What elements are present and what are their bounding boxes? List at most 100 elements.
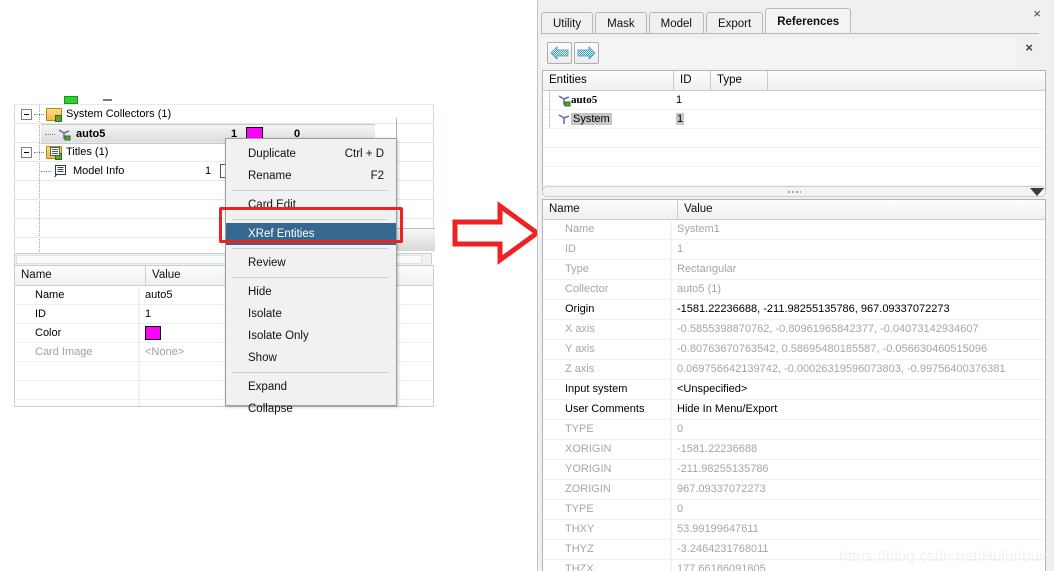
entity-id: 1 bbox=[676, 113, 685, 125]
tree-item-label: auto5 bbox=[76, 128, 106, 140]
close-icon[interactable]: × bbox=[1033, 7, 1041, 20]
menu-item-collapse[interactable]: Collapse bbox=[226, 398, 396, 420]
tree-item-label: Model Info bbox=[73, 165, 125, 177]
property-name: TYPE bbox=[543, 500, 671, 519]
table-row[interactable]: XORIGIN -1581.22236688 bbox=[543, 440, 1045, 460]
entity-name: auto5 bbox=[571, 94, 598, 106]
menu-item-show[interactable]: Show bbox=[226, 347, 396, 369]
menu-item-label: Review bbox=[248, 257, 286, 269]
tab-mask[interactable]: Mask bbox=[595, 12, 647, 34]
forward-arrow-icon[interactable] bbox=[574, 42, 599, 64]
menu-item-review[interactable]: Review bbox=[226, 252, 396, 274]
menu-item-xref-entities[interactable]: XRef Entities bbox=[226, 223, 396, 245]
property-value[interactable]: -1581.22236688, -211.98255135786, 967.09… bbox=[671, 300, 1045, 319]
property-name: ZORIGIN bbox=[543, 480, 671, 499]
expander-icon[interactable] bbox=[21, 108, 32, 120]
tree-connector bbox=[34, 147, 46, 157]
column-header-type: Type bbox=[711, 71, 768, 90]
context-menu[interactable]: Duplicate Ctrl + D Rename F2 Card Edit X… bbox=[225, 138, 397, 415]
coordinate-system-icon bbox=[557, 113, 572, 126]
menu-item-label: Card Edit bbox=[248, 199, 296, 211]
menu-item-duplicate[interactable]: Duplicate Ctrl + D bbox=[226, 143, 396, 165]
property-value: Rectangular bbox=[677, 263, 737, 275]
table-row[interactable]: Origin -1581.22236688, -211.98255135786, … bbox=[543, 300, 1045, 320]
expander-icon[interactable] bbox=[21, 146, 32, 158]
tab-references[interactable]: References bbox=[765, 8, 852, 34]
tab-underline bbox=[541, 33, 1039, 34]
tab-export[interactable]: Export bbox=[705, 12, 764, 34]
tree-connector bbox=[34, 109, 46, 119]
menu-item-label: Expand bbox=[248, 381, 288, 393]
table-row[interactable]: X axis -0.5855398870762, -0.8096196584237… bbox=[543, 320, 1045, 340]
table-row[interactable]: Name System1 bbox=[543, 220, 1045, 240]
table-row[interactable]: Z axis 0.069756642139742, -0.000263195960… bbox=[543, 360, 1045, 380]
property-name: THXY bbox=[543, 520, 671, 539]
panel-divider bbox=[397, 228, 435, 251]
column-header-name: Name bbox=[15, 266, 146, 285]
column-header-name: Name bbox=[543, 200, 678, 219]
entity-name[interactable]: System bbox=[571, 113, 612, 125]
property-name: Origin bbox=[543, 300, 671, 319]
color-swatch[interactable] bbox=[145, 326, 161, 340]
table-row[interactable]: auto5 1 bbox=[543, 91, 1045, 110]
table-row[interactable]: Collector auto5 (1) bbox=[543, 280, 1045, 300]
property-name: Color bbox=[15, 324, 139, 342]
panel-splitter[interactable] bbox=[542, 186, 1046, 197]
annotation-arrow-icon bbox=[452, 200, 542, 266]
column-header-value: Value bbox=[684, 203, 713, 215]
tree-item-system-collectors[interactable]: System Collectors (1) bbox=[15, 105, 433, 123]
table-row[interactable]: User Comments Hide In Menu/Export bbox=[543, 400, 1045, 420]
property-name: Card Image bbox=[15, 343, 139, 361]
column-header-value: Value bbox=[152, 269, 181, 281]
property-value: -211.98255135786 bbox=[677, 463, 769, 475]
property-value: -1581.22236688 bbox=[677, 443, 758, 455]
property-value[interactable]: Hide In Menu/Export bbox=[671, 400, 1045, 419]
menu-item-isolate[interactable]: Isolate bbox=[226, 303, 396, 325]
column-header-blank bbox=[768, 71, 1045, 90]
table-row[interactable]: ID 1 bbox=[543, 240, 1045, 260]
property-value: 0.069756642139742, -0.00026319596073803,… bbox=[677, 363, 1006, 375]
property-value: System1 bbox=[677, 223, 720, 235]
menu-item-label: Hide bbox=[248, 286, 272, 298]
table-row-empty bbox=[543, 129, 1045, 148]
close-panel-icon[interactable]: × bbox=[1025, 41, 1033, 54]
table-row[interactable]: THXY 53.99199647611 bbox=[543, 520, 1045, 540]
tab-model[interactable]: Model bbox=[648, 12, 704, 34]
references-panel: × Utility Mask Model Export References ×… bbox=[537, 0, 1054, 571]
menu-item-card-edit[interactable]: Card Edit bbox=[226, 194, 396, 216]
table-row[interactable]: ZORIGIN 967.09337072273 bbox=[543, 480, 1045, 500]
property-value[interactable]: <Unspecified> bbox=[671, 380, 1045, 399]
menu-separator bbox=[232, 248, 388, 249]
menu-item-isolate-only[interactable]: Isolate Only bbox=[226, 325, 396, 347]
reference-property-grid[interactable]: Name Value Name System1 ID 1 Type Rectangul… bbox=[542, 199, 1046, 571]
property-name: ID bbox=[543, 240, 671, 259]
table-row[interactable]: TYPE 0 bbox=[543, 500, 1045, 520]
menu-item-shortcut: F2 bbox=[370, 170, 384, 182]
menu-item-label: Rename bbox=[248, 170, 292, 182]
property-value: 53.99199647611 bbox=[677, 523, 759, 535]
menu-item-label: Duplicate bbox=[248, 148, 296, 160]
tree-item-label: Titles (1) bbox=[66, 146, 109, 158]
folder-icon bbox=[46, 145, 62, 160]
coordinate-system-icon bbox=[557, 94, 572, 107]
table-row[interactable]: TYPE 0 bbox=[543, 420, 1045, 440]
tab-utility[interactable]: Utility bbox=[541, 12, 594, 34]
table-row[interactable]: YORIGIN -211.98255135786 bbox=[543, 460, 1045, 480]
tab-bar[interactable]: Utility Mask Model Export References bbox=[541, 8, 853, 34]
entities-table[interactable]: Entities ID Type auto5 1 System 1 bbox=[542, 70, 1046, 192]
property-name: Name bbox=[543, 220, 671, 239]
menu-item-rename[interactable]: Rename F2 bbox=[226, 165, 396, 187]
table-row[interactable]: Input system <Unspecified> bbox=[543, 380, 1045, 400]
entities-header: Entities ID Type bbox=[543, 71, 1045, 91]
property-value: 1 bbox=[677, 243, 684, 255]
table-row-empty bbox=[543, 167, 1045, 186]
menu-item-expand[interactable]: Expand bbox=[226, 376, 396, 398]
menu-separator bbox=[232, 219, 388, 220]
table-row[interactable]: Y axis -0.80763670763542, 0.5869548018558… bbox=[543, 340, 1045, 360]
chevron-down-icon[interactable] bbox=[1030, 188, 1044, 196]
table-row[interactable]: System 1 bbox=[543, 110, 1045, 129]
table-row[interactable]: Type Rectangular bbox=[543, 260, 1045, 280]
menu-item-hide[interactable]: Hide bbox=[226, 281, 396, 303]
back-arrow-icon[interactable] bbox=[547, 42, 572, 64]
splitter-grip bbox=[787, 190, 801, 194]
